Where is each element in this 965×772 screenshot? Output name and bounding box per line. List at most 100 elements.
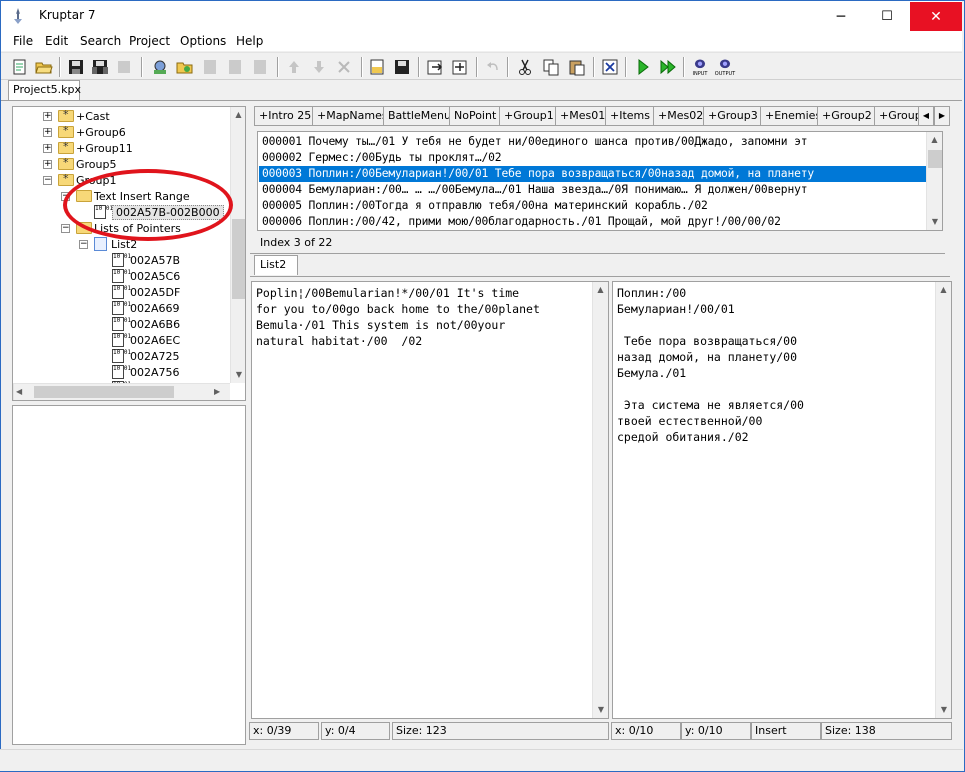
scroll-up-arrow[interactable]: ▲ [927,132,942,148]
tab-group4[interactable]: +Group4 [874,106,920,126]
translated-text[interactable]: Поплин:/00 Бемулариан!/00/01 Тебе пора в… [617,285,804,445]
list-item[interactable]: 000006 Поплин:/00/42, прими мою/00благод… [262,214,781,230]
expand-icon[interactable]: + [43,127,52,137]
add-group-icon[interactable] [174,56,196,78]
tree-item[interactable]: 10 01 002A6EC [97,332,180,348]
tree-item[interactable]: − Text Insert Range [61,188,190,204]
tab-group3[interactable]: +Group3 [703,106,763,126]
collapse-icon[interactable]: − [61,191,70,201]
tree-item[interactable]: 10 01 002A5DF [97,284,180,300]
tree-scroll-thumb[interactable] [232,219,245,299]
tab-mes02[interactable]: +Mes02 [653,106,709,126]
list-item[interactable]: 000002 Гермес:/00Будь ты проклят…/02 [262,150,502,166]
add-plugin-icon[interactable] [149,56,171,78]
run-icon[interactable] [632,56,654,78]
collapse-icon[interactable]: − [79,239,88,249]
remove-icon[interactable] [199,56,221,78]
list-item[interactable]: 000005 Поплин:/00Тогда я отправлю тебя/0… [262,198,708,214]
menu-search[interactable]: Search [80,34,121,48]
table-icon[interactable] [224,56,246,78]
clear-icon[interactable] [599,56,621,78]
open-text-icon[interactable] [366,56,388,78]
string-scroll-thumb[interactable] [928,150,942,168]
move-up-icon[interactable] [283,56,305,78]
menu-edit[interactable]: Edit [45,34,68,48]
tabs-scroll-right[interactable]: ▶ [934,106,950,126]
tab-items[interactable]: +Items [605,106,655,126]
tree-item[interactable]: 10 01 002A756 [97,364,180,380]
tab-list2[interactable]: List2 [254,255,298,275]
tab-mes01[interactable]: +Mes01 [555,106,611,126]
tree-item[interactable]: − List2 [79,236,137,252]
scroll-down-arrow[interactable]: ▼ [936,702,951,718]
cut-icon[interactable] [514,56,536,78]
move-down-icon[interactable] [308,56,330,78]
tab-nopoint[interactable]: NoPoint [449,106,502,126]
scroll-up-arrow[interactable]: ▲ [936,282,951,298]
menu-project[interactable]: Project [129,34,170,48]
minimize-button[interactable]: ─ [818,2,864,31]
tree-horizontal-scrollbar[interactable]: ◀ ▶ [13,383,230,400]
export-icon[interactable] [424,56,446,78]
open-icon[interactable] [33,56,55,78]
tree-item[interactable]: 10 01 002A6B6 [97,316,180,332]
save-all-icon[interactable] [89,56,111,78]
scroll-left-arrow[interactable]: ◀ [16,384,22,400]
close-project-icon[interactable] [113,56,135,78]
tab-group2[interactable]: +Group2 [817,106,877,126]
tree-item[interactable]: + +Cast [43,108,110,124]
undo-icon[interactable] [482,56,504,78]
scroll-down-arrow[interactable]: ▼ [927,214,942,230]
expand-icon[interactable]: + [43,159,52,169]
tree-item[interactable]: + Group5 [43,156,117,172]
expand-icon[interactable]: + [43,111,52,121]
tree-item[interactable]: 10 01 002A725 [97,348,180,364]
kruptar-output-icon[interactable]: OUTPUT [714,56,736,78]
page-icon[interactable] [249,56,271,78]
run-all-icon[interactable] [657,56,679,78]
tree-item[interactable]: + +Group6 [43,124,126,140]
scroll-up-arrow[interactable]: ▲ [593,282,608,298]
tab-mapnames[interactable]: +MapNames [312,106,393,126]
list-item[interactable]: 000004 Бемулариан:/00… … …/00Бемула…/01 … [262,182,808,198]
project-tab[interactable]: Project5.kpx [8,80,81,100]
tree-item[interactable]: 10 01 002A57B-002B000 [79,204,224,220]
tab-group1[interactable]: +Group1 [499,106,559,126]
tab-intro[interactable]: +Intro 25 [254,106,317,126]
tree-item[interactable]: 10 01 002A57B [97,252,180,268]
scroll-down-arrow[interactable]: ▼ [231,367,245,383]
tab-battlemenu[interactable]: BattleMenu [383,106,456,126]
close-button[interactable]: ✕ [910,2,962,31]
left-editor-scrollbar[interactable]: ▲ ▼ [592,282,608,718]
save-icon[interactable] [65,56,87,78]
maximize-button[interactable]: ☐ [864,2,910,31]
list-item[interactable]: 000001 Почему ты…/01 У тебя не будет ни/… [262,134,808,150]
tree-item[interactable]: 10 01 002A5C6 [97,268,180,284]
collapse-icon[interactable]: − [61,223,70,233]
new-project-icon[interactable] [9,56,31,78]
string-list-scrollbar[interactable]: ▲ ▼ [926,132,942,230]
save-text-icon[interactable] [391,56,413,78]
original-text-editor[interactable]: Poplin¦/00Bemularian!*/00/01 It's time f… [251,281,609,719]
menu-help[interactable]: Help [236,34,263,48]
paste-icon[interactable] [566,56,588,78]
tree-hscroll-thumb[interactable] [34,386,174,398]
translation-text-editor[interactable]: Поплин:/00 Бемулариан!/00/01 Тебе пора в… [612,281,952,719]
tabs-scroll-left[interactable]: ◀ [918,106,934,126]
right-editor-scrollbar[interactable]: ▲ ▼ [935,282,951,718]
list-item-selected[interactable]: 000003 Поплин:/00Бемулариан!/00/01 Тебе … [259,166,927,182]
tree-item[interactable]: − Group1 [43,172,117,188]
tree-item[interactable]: 10 01 002A669 [97,300,180,316]
menu-file[interactable]: File [13,34,33,48]
scroll-up-arrow[interactable]: ▲ [231,107,245,123]
collapse-icon[interactable]: − [43,175,52,185]
scroll-right-arrow[interactable]: ▶ [214,384,220,400]
tree-vertical-scrollbar[interactable]: ▲ ▼ [230,107,245,383]
copy-icon[interactable] [540,56,562,78]
tree-item[interactable]: − Lists of Pointers [61,220,181,236]
tree-item[interactable]: + +Group11 [43,140,133,156]
import-icon[interactable] [449,56,471,78]
expand-icon[interactable]: + [43,143,52,153]
scroll-down-arrow[interactable]: ▼ [593,702,608,718]
menu-options[interactable]: Options [180,34,226,48]
